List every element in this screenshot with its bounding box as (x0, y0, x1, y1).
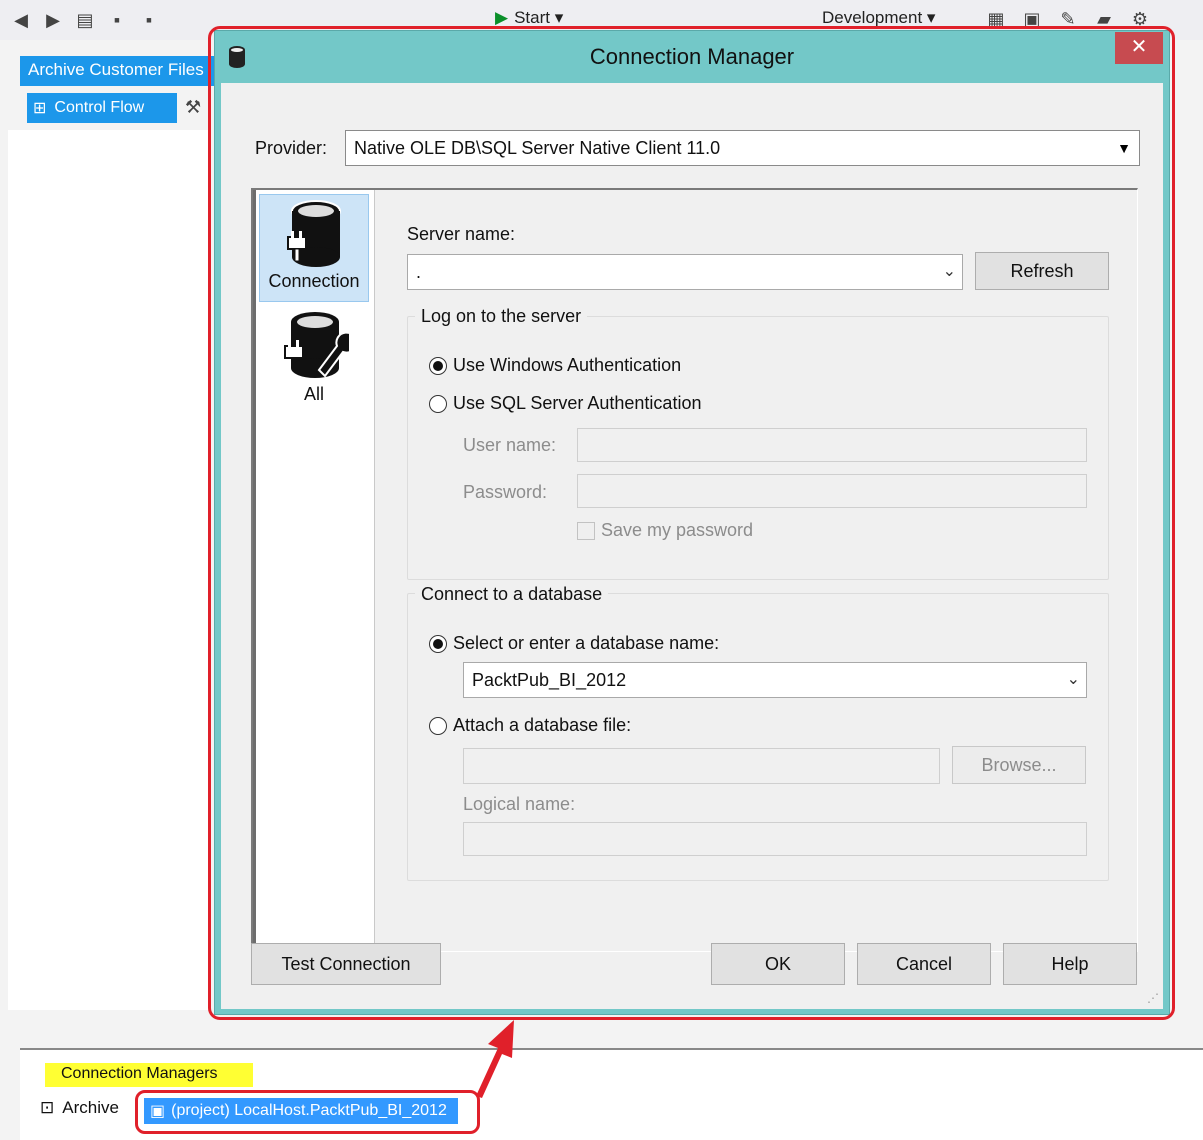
callout-arrow (476, 1020, 514, 1098)
save-icon[interactable]: ▪ (106, 9, 128, 31)
cancel-button[interactable]: Cancel (857, 943, 991, 985)
close-button[interactable]: ✕ (1115, 32, 1163, 64)
logon-group-title: Log on to the server (415, 306, 588, 327)
forward-icon[interactable]: ▶ (42, 9, 64, 31)
server-name-label: Server name: (407, 224, 516, 244)
dialog-title: Connection Manager (589, 44, 795, 69)
password-label: Password: (463, 482, 548, 502)
attach-database-radio[interactable]: Attach a database file: (429, 715, 631, 736)
username-field[interactable] (577, 428, 1087, 462)
checkbox-icon (577, 521, 595, 540)
document-tab[interactable]: Archive Customer Files (20, 56, 220, 86)
provider-label: Provider: (255, 138, 328, 158)
page-nav: Connection All (253, 190, 375, 951)
radio-unselected-icon (429, 394, 447, 413)
database-group-title: Connect to a database (415, 584, 609, 605)
dialog-titlebar[interactable]: Connection Manager ✕ (215, 31, 1169, 83)
nav-item-all[interactable]: All (259, 310, 369, 410)
toolbox-icon[interactable]: ▣ (1021, 8, 1043, 30)
connection-manager-dialog: Connection Manager ✕ Provider: Native OL… (214, 30, 1170, 1015)
refresh-button[interactable]: Refresh (975, 252, 1109, 290)
password-field[interactable] (577, 474, 1087, 508)
radio-selected-icon (429, 634, 447, 653)
nav-item-connection[interactable]: Connection (259, 194, 369, 302)
designer-canvas[interactable] (8, 130, 208, 1010)
settings-frame: Connection All Server name: . ⌄ Refresh … (251, 188, 1138, 952)
new-project-icon[interactable]: ▤ (74, 9, 96, 31)
save-all-icon[interactable]: ▪ (138, 9, 160, 31)
database-name-combo[interactable]: PacktPub_BI_2012 ⌄ (463, 662, 1087, 698)
briefcase-icon[interactable]: ▰ (1093, 8, 1115, 30)
database-plug-icon (287, 200, 341, 267)
control-flow-tab[interactable]: ⊞ Control Flow (27, 93, 177, 123)
radio-selected-icon (429, 356, 447, 375)
connection-item-highlight (135, 1090, 480, 1134)
dialog-client-area: Provider: Native OLE DB\SQL Server Nativ… (221, 83, 1163, 1009)
properties-icon[interactable]: ▦ (985, 8, 1007, 30)
browse-button[interactable]: Browse... (952, 746, 1086, 784)
start-button[interactable]: ▶ Start ▾ (495, 8, 563, 28)
sql-auth-radio[interactable]: Use SQL Server Authentication (429, 393, 701, 414)
help-button[interactable]: Help (1003, 943, 1137, 985)
connection-item-archive[interactable]: ⊡ Archive (40, 1098, 119, 1118)
dropdown-arrow-icon[interactable]: ▼ (1109, 131, 1139, 165)
chevron-down-icon[interactable]: ⌄ (1067, 669, 1080, 689)
username-label: User name: (463, 435, 557, 455)
select-database-radio[interactable]: Select or enter a database name: (429, 633, 719, 654)
radio-unselected-icon (429, 716, 447, 735)
control-flow-icon: ⊞ (33, 100, 47, 117)
toolbar-right-icons: ▦ ▣ ✎ ▰ ⚙ (985, 8, 1151, 30)
database-file-field[interactable] (463, 748, 940, 784)
chevron-down-icon[interactable]: ⌄ (943, 261, 956, 281)
provider-dropdown[interactable]: Native OLE DB\SQL Server Native Client 1… (345, 130, 1140, 166)
logical-name-label: Logical name: (463, 794, 576, 814)
data-flow-tab-icon[interactable]: ⚒ (185, 97, 207, 119)
database-wrench-icon (284, 312, 349, 378)
test-connection-button[interactable]: Test Connection (251, 943, 441, 985)
play-icon: ▶ (495, 8, 509, 27)
ok-button[interactable]: OK (711, 943, 845, 985)
connection-managers-tab[interactable]: Connection Managers (45, 1063, 253, 1087)
wrench-icon[interactable]: ✎ (1057, 8, 1079, 30)
back-icon[interactable]: ◀ (10, 9, 32, 31)
solution-config-dropdown[interactable]: Development ▾ (822, 8, 935, 28)
server-name-combo[interactable]: . ⌄ (407, 254, 963, 290)
logical-name-field[interactable] (463, 822, 1087, 856)
windows-auth-radio[interactable]: Use Windows Authentication (429, 355, 681, 376)
settings-icon[interactable]: ⚙ (1129, 8, 1151, 30)
connection-icon: ⊡ (40, 1098, 55, 1117)
save-password-checkbox[interactable]: Save my password (577, 520, 753, 541)
connection-managers-list: ⊡ Archive (40, 1098, 119, 1118)
resize-grip-icon[interactable]: ⋰ (1147, 991, 1159, 1005)
